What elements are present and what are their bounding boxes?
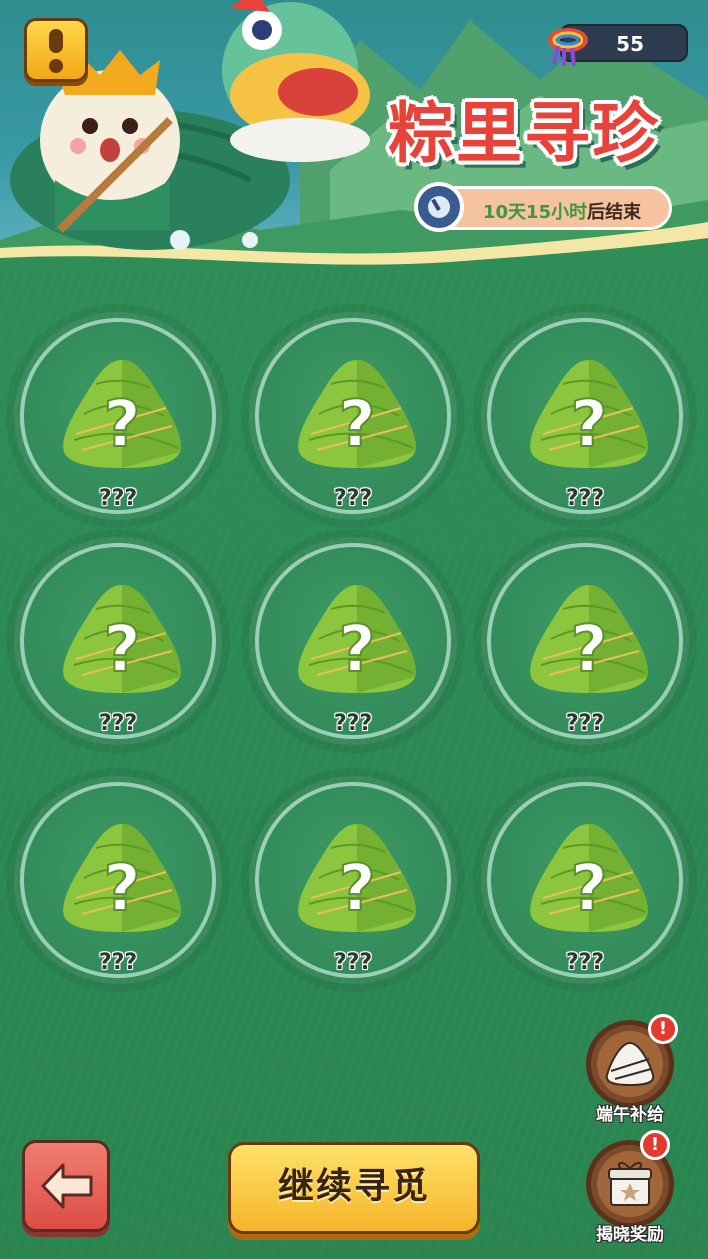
- mystery-slot[interactable]: ?: [487, 543, 683, 739]
- svg-text:?: ?: [338, 613, 375, 687]
- colored-thread-icon: [548, 28, 588, 67]
- svg-text:?: ?: [570, 388, 607, 462]
- mystery-zongzi-icon: ?: [530, 824, 648, 932]
- mystery-slot[interactable]: ?: [487, 318, 683, 514]
- supply-label: 端午补给: [596, 1105, 664, 1125]
- currency-amount: 55: [616, 32, 644, 56]
- svg-text:?: ?: [103, 613, 140, 687]
- mystery-zongzi-icon: ?: [63, 360, 181, 468]
- continue-search-button[interactable]: 继续寻觅: [228, 1142, 480, 1234]
- timer-remaining: 10天15小时: [483, 202, 588, 223]
- mystery-zongzi-icon: ?: [530, 585, 648, 693]
- mystery-zongzi-icon: ?: [63, 824, 181, 932]
- clock-icon: [414, 182, 464, 232]
- arrow-left-icon: [41, 1163, 93, 1209]
- mystery-slot-label: ???: [333, 486, 373, 511]
- supply-alert-badge: !: [648, 1014, 678, 1044]
- timer-suffix: 后结束: [587, 202, 642, 223]
- mystery-slot[interactable]: ?: [20, 318, 216, 514]
- back-button[interactable]: [22, 1140, 110, 1232]
- svg-text:?: ?: [103, 388, 140, 462]
- mystery-slot[interactable]: ?: [255, 318, 451, 514]
- mystery-slot-label: ???: [333, 711, 373, 736]
- timer-text: 10天15小时后结束: [483, 198, 641, 224]
- mystery-slot[interactable]: ?: [255, 782, 451, 978]
- svg-text:?: ?: [103, 852, 140, 926]
- rice-dumpling-icon: [605, 1041, 655, 1087]
- mystery-slot-label: ???: [565, 950, 605, 975]
- mystery-zongzi-icon: ?: [298, 585, 416, 693]
- mystery-slot[interactable]: ?: [255, 543, 451, 739]
- mystery-slot-label: ???: [333, 950, 373, 975]
- svg-text:?: ?: [570, 613, 607, 687]
- mystery-slot[interactable]: ?: [20, 782, 216, 978]
- mystery-slot-label: ???: [98, 950, 138, 975]
- svg-text:?: ?: [570, 852, 607, 926]
- mystery-slot-label: ???: [565, 711, 605, 736]
- event-title: 粽里寻珍: [388, 94, 660, 172]
- mystery-zongzi-icon: ?: [530, 360, 648, 468]
- mystery-slot-label: ???: [98, 486, 138, 511]
- mystery-slot-label: ???: [98, 711, 138, 736]
- menu-button[interactable]: [24, 18, 88, 82]
- gift-box-icon: [608, 1162, 652, 1206]
- menu-icon: [49, 29, 63, 53]
- svg-text:?: ?: [338, 852, 375, 926]
- mystery-slot[interactable]: ?: [20, 543, 216, 739]
- reward-alert-badge: !: [640, 1130, 670, 1160]
- mystery-zongzi-icon: ?: [298, 824, 416, 932]
- mystery-slot[interactable]: ?: [487, 782, 683, 978]
- reward-label: 揭晓奖励: [596, 1225, 664, 1245]
- mystery-slot-label: ???: [565, 486, 605, 511]
- mystery-zongzi-icon: ?: [298, 360, 416, 468]
- mystery-zongzi-icon: ?: [63, 585, 181, 693]
- svg-text:?: ?: [338, 388, 375, 462]
